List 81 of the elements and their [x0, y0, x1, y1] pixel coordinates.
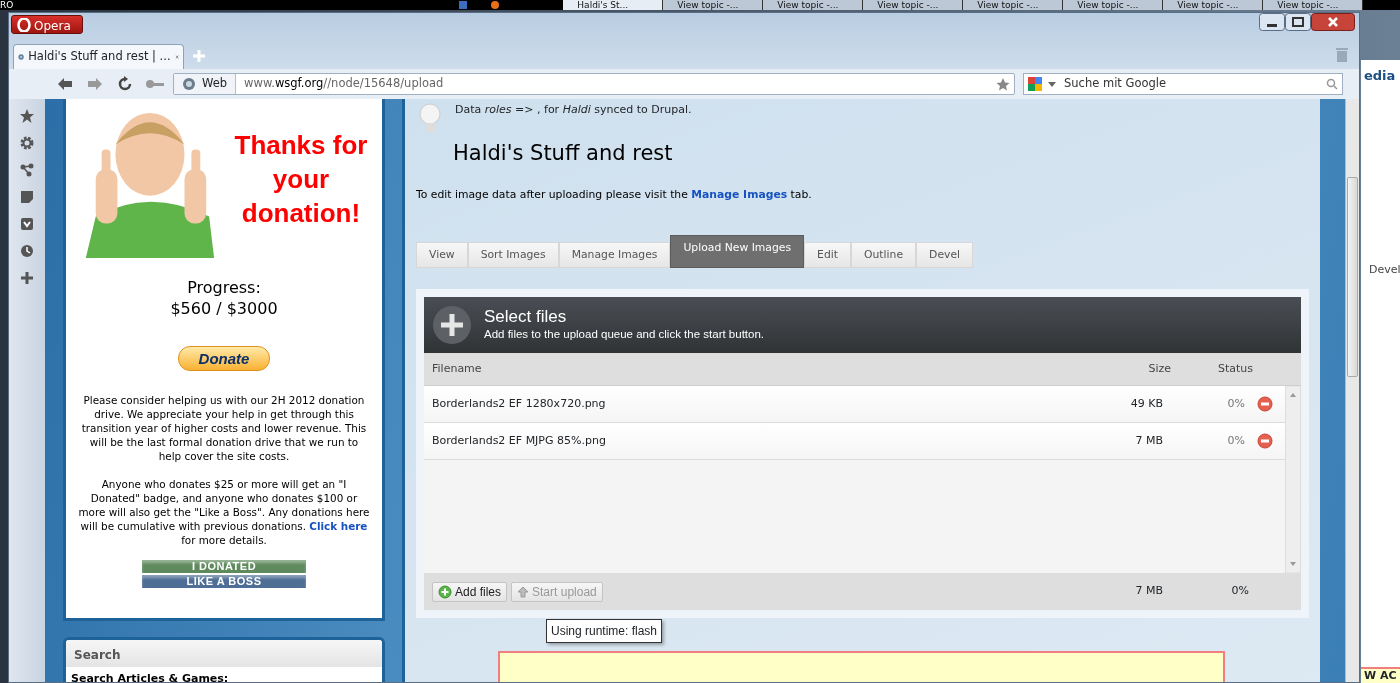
progress-amount: $560 / $3000 [169, 298, 279, 319]
menu-button[interactable]: Opera [11, 15, 83, 34]
runtime-tooltip: Using runtime: flash [546, 619, 663, 643]
note-icon[interactable] [20, 190, 34, 204]
uploader-subtitle: Add files to the upload queue and click the start button. [484, 326, 765, 342]
progress-label: Progress: [186, 277, 262, 298]
award-banner: I DONATED [142, 560, 306, 573]
page-tab[interactable]: Outline [851, 242, 917, 268]
window-header-text: edia [1363, 67, 1397, 85]
plus-icon[interactable] [20, 271, 34, 285]
file-status: 0% [1226, 395, 1245, 412]
remove-icon[interactable] [1257, 396, 1273, 412]
file-status: 0% [1226, 432, 1245, 449]
column-header: Filename [432, 360, 483, 377]
panel-title: Search [66, 640, 382, 667]
status-message: Data roles => , for Haldi synced to Drupal. [455, 102, 692, 118]
browser-tab[interactable]: Haldi's Stuff and rest | ... [13, 44, 184, 69]
search-box[interactable]: Suche mit Google [1023, 73, 1343, 95]
file-size: 49 KB [1129, 395, 1163, 412]
app-icon[interactable] [458, 0, 469, 10]
click-here-link[interactable]: Click here [309, 520, 368, 532]
appeal-text: Please consider helping us with our 2H 2012 donation drive. We appreciate your help in get through this transition year of higher costs and lower revenue. This will be the last formal donation drive that we run to help cover the site costs. [80, 393, 368, 463]
back-icon[interactable] [57, 77, 73, 91]
page-tab[interactable]: Edit [804, 242, 851, 268]
search-label: Search Articles & Games: [70, 671, 230, 682]
info-text: To edit image data after uploading please visit the Manage Images tab. [416, 187, 813, 203]
banner-text: W AC [1361, 667, 1400, 683]
globe-icon [182, 77, 196, 91]
file-name: Borderlands2 EF MJPG 85%.png [432, 432, 607, 449]
tab-title: Haldi's Stuff and rest | ... [28, 48, 171, 66]
award-banner: LIKE A BOSS [142, 575, 306, 588]
reload-icon[interactable] [117, 76, 133, 92]
download-icon[interactable] [20, 217, 34, 231]
add-icon[interactable] [432, 305, 472, 345]
donate-button[interactable]: Donate [178, 346, 270, 371]
caret-icon [1048, 80, 1056, 88]
bookmark-star-icon[interactable] [20, 109, 34, 123]
thanks-heading: Thanks for your donation! [233, 129, 369, 230]
badge-info-text: Anyone who donates $25 or more will get an "I Donated" badge, and anyone who donates $100 or more will also get the "Like a Boss". Any donations here will be cumulative with previous donations. Click here for more details. [78, 477, 370, 547]
corner-label: RO [0, 0, 14, 10]
app-icon[interactable] [490, 0, 501, 10]
taskbar-button[interactable]: View topic -... [763, 0, 864, 10]
page-tab[interactable]: Manage Images [558, 242, 671, 268]
manage-images-link[interactable]: Manage Images [691, 188, 788, 201]
upload-arrow-icon [517, 585, 530, 598]
search-icon[interactable] [1326, 78, 1338, 90]
close-icon[interactable] [1311, 13, 1355, 31]
page-tab[interactable]: Devel [916, 242, 974, 268]
file-size: 7 MB [1134, 432, 1163, 449]
taskbar-button[interactable]: View topic -... [1263, 0, 1364, 10]
taskbar-button[interactable]: View topic -... [663, 0, 764, 10]
total-status: 0% [1230, 583, 1249, 600]
settings-icon[interactable] [20, 136, 34, 150]
taskbar-button[interactable]: Haldi's St... [563, 0, 664, 10]
clock-icon[interactable] [20, 244, 34, 258]
uploader-title: Select files [484, 306, 568, 326]
minimize-icon[interactable] [1259, 13, 1285, 31]
page-tab[interactable]: Sort Images [467, 242, 559, 268]
tab-label: Devel [1368, 261, 1400, 278]
page-tab[interactable]: View [416, 242, 468, 268]
add-files-button[interactable]: Add files [432, 581, 508, 602]
lightbulb-icon [419, 103, 441, 135]
total-size: 7 MB [1134, 583, 1163, 600]
taskbar-button[interactable]: View topic -... [1063, 0, 1164, 10]
plus-circle-icon [438, 584, 452, 599]
address-bar[interactable]: Web www.wsgf.org//node/15648/upload [173, 73, 1015, 95]
url-text: www.wsgf.org//node/15648/upload [243, 75, 444, 93]
taskbar-button[interactable]: View topic -... [863, 0, 964, 10]
scrollbar[interactable] [1285, 386, 1301, 573]
page-tab[interactable]: Upload New Images [670, 235, 805, 268]
column-header: Size [1147, 360, 1171, 377]
taskbar-button[interactable]: View topic -... [963, 0, 1064, 10]
remove-icon[interactable] [1257, 433, 1273, 449]
column-header: Status [1216, 360, 1253, 377]
share-icon[interactable] [20, 163, 34, 177]
taskbar-button[interactable]: View topic -... [1163, 0, 1264, 10]
scrollbar[interactable] [1345, 99, 1359, 682]
page-title: Haldi's Stuff and rest [453, 141, 674, 167]
star-icon[interactable] [996, 77, 1010, 91]
file-name: Borderlands2 EF 1280x720.png [432, 395, 607, 412]
maximize-icon[interactable] [1285, 13, 1311, 31]
